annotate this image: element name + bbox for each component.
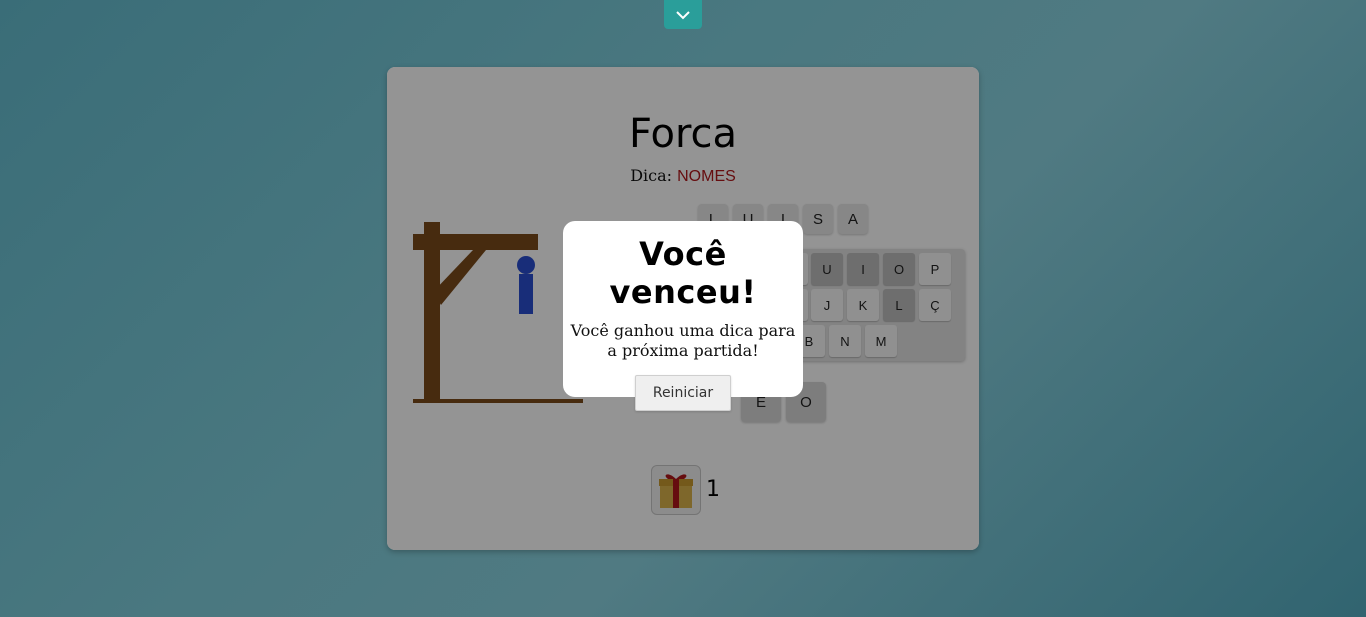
dialog-title: Você venceu! [609,235,757,311]
restart-button[interactable]: Reiniciar [635,375,731,411]
win-dialog: Você venceu! Você ganhou uma dica para a… [563,221,803,411]
top-toggle-button[interactable] [664,0,702,29]
dialog-message: Você ganhou uma dica para a próxima part… [570,321,796,360]
chevron-down-icon [676,10,690,19]
